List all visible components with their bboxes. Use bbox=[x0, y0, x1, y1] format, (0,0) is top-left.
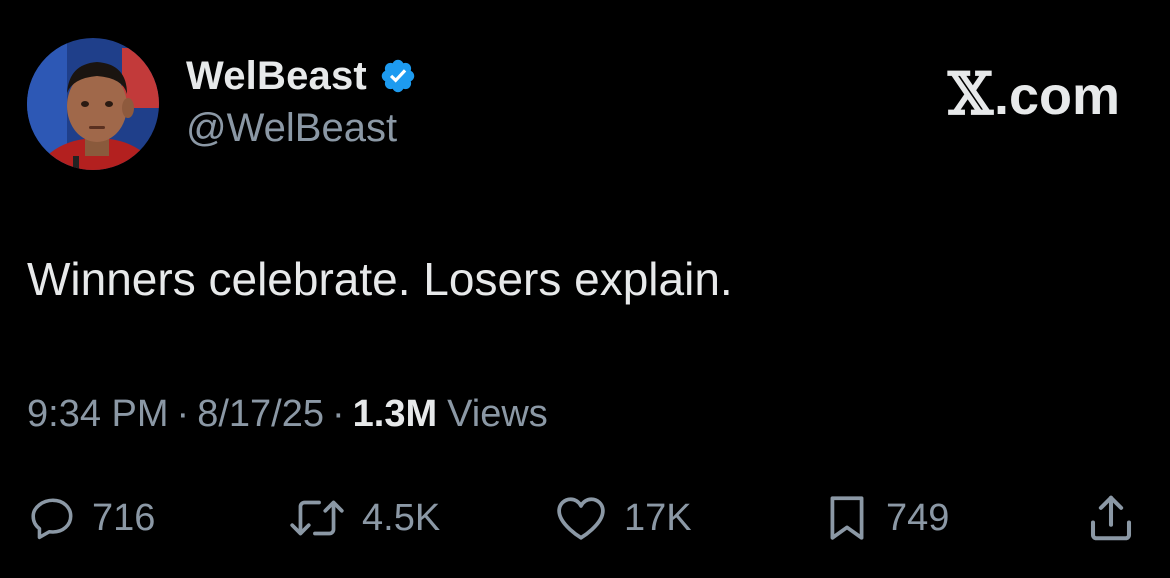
author-name-row: WelBeast bbox=[186, 52, 417, 100]
tweet-text: Winners celebrate. Losers explain. bbox=[27, 253, 733, 305]
repost-icon bbox=[290, 500, 344, 536]
tweet-time[interactable]: 9:34 PM bbox=[27, 393, 169, 436]
bookmark-button[interactable]: 749 bbox=[822, 488, 949, 548]
avatar[interactable] bbox=[27, 38, 159, 170]
reply-button[interactable]: 716 bbox=[28, 488, 155, 548]
reply-count: 716 bbox=[92, 496, 156, 539]
profile-photo-icon bbox=[27, 38, 159, 170]
repost-button[interactable]: 4.5K bbox=[286, 488, 440, 548]
share-icon bbox=[1090, 495, 1132, 541]
x-logo-icon: 𝕏 bbox=[947, 60, 993, 128]
views-label: Views bbox=[447, 393, 548, 435]
reply-icon bbox=[31, 498, 73, 540]
bookmark-count: 749 bbox=[886, 496, 950, 539]
brand-domain: .com bbox=[993, 66, 1120, 126]
views-count: 1.3M bbox=[352, 393, 438, 435]
action-bar: 716 4.5K 17K 749 bbox=[0, 488, 1170, 548]
share-button[interactable] bbox=[1084, 488, 1138, 548]
tweet-meta: 9:34 PM · 8/17/25 · 1.3M Views bbox=[27, 393, 548, 436]
bookmark-icon bbox=[830, 496, 864, 540]
verified-badge-icon bbox=[379, 57, 417, 95]
display-name[interactable]: WelBeast bbox=[186, 54, 367, 99]
like-count: 17K bbox=[624, 496, 692, 539]
like-button[interactable]: 17K bbox=[552, 488, 692, 548]
tweet-date[interactable]: 8/17/25 bbox=[197, 393, 324, 436]
separator-dot: · bbox=[176, 393, 190, 435]
repost-count: 4.5K bbox=[362, 496, 441, 539]
brand-logo: 𝕏 .com bbox=[948, 60, 1120, 128]
heart-icon bbox=[557, 497, 605, 540]
author-handle[interactable]: @WelBeast bbox=[186, 106, 397, 151]
separator-dot: · bbox=[331, 393, 345, 435]
